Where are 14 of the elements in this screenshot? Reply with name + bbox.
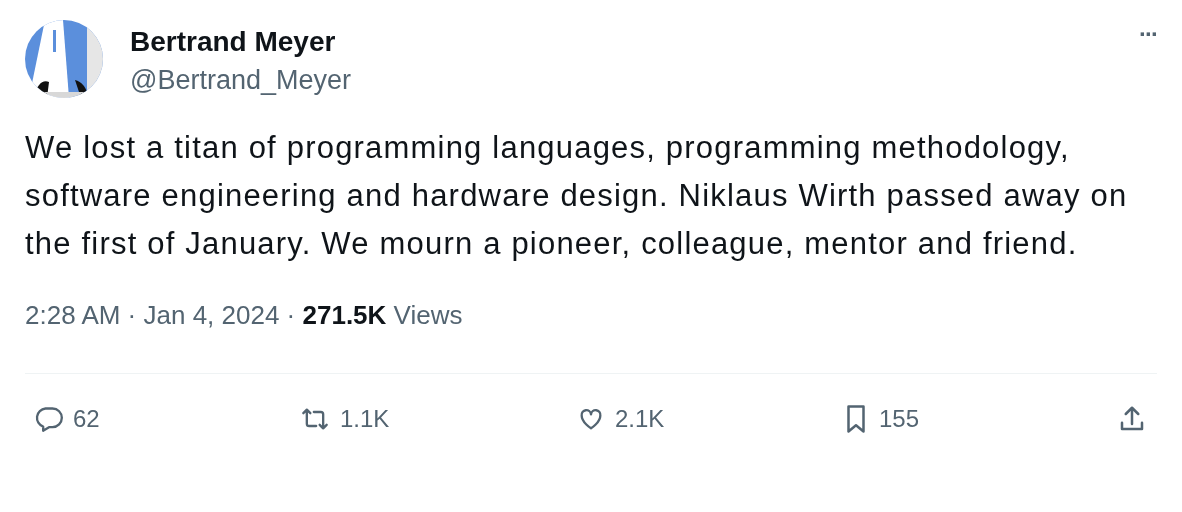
action-count: 1.1K [340,405,390,433]
bookmark-button[interactable]: 155 [843,404,1109,434]
action-count: 2.1K [615,405,665,433]
post-meta: 2:28 AM · Jan 4, 2024 · 271.5K Views [25,299,464,332]
speech-bubble-icon [35,405,63,433]
reply-button[interactable]: 62 [35,405,300,433]
repost-button[interactable]: 1.1K [300,405,577,433]
post-text: We lost a titan of programming languages, programming methodology, software engineering and hardware design. Niklaus Wirth passed away on the first of January. We mourn a pioneer, colleague, mentor and friend. [25,129,1129,263]
action-count: 155 [879,405,920,433]
author-name[interactable]: Bertrand Meyer [130,24,336,60]
author-handle[interactable]: @Bertrand_Meyer [130,60,351,100]
like-button[interactable]: 2.1K [577,405,843,433]
more-button[interactable]: ··· [1139,20,1157,48]
action-count: 62 [73,405,100,433]
